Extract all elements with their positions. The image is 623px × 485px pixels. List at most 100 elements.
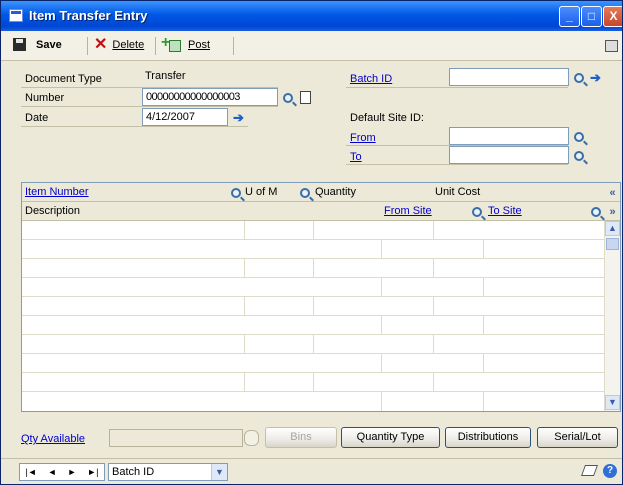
maximize-button[interactable]: □: [581, 6, 602, 27]
toolbar-separator: [233, 37, 234, 55]
sort-order-select[interactable]: Batch ID ▼: [108, 463, 228, 481]
arrow-right-icon: ➔: [590, 69, 601, 85]
divider: [346, 164, 568, 165]
collapse-rows-button[interactable]: «: [604, 184, 621, 201]
from-site-input[interactable]: [449, 127, 569, 145]
divider: [21, 126, 248, 127]
scroll-up-button[interactable]: ▲: [605, 221, 620, 236]
quantity-type-button[interactable]: Quantity Type: [341, 427, 440, 448]
last-record-button[interactable]: ►|: [87, 467, 98, 477]
to-site-link[interactable]: To: [350, 151, 362, 163]
expand-rows-button[interactable]: »: [604, 203, 621, 220]
scroll-down-button[interactable]: ▼: [605, 395, 620, 410]
from-site-lookup-button[interactable]: [570, 128, 587, 145]
from-site-header[interactable]: From Site: [384, 205, 432, 217]
qty-available-button: [244, 430, 259, 446]
grid-row[interactable]: [22, 297, 604, 316]
grid-scrollbar[interactable]: ▲ ▼: [604, 221, 620, 411]
date-expand-button[interactable]: ➔: [230, 109, 247, 126]
u-of-m-header: U of M: [245, 186, 278, 198]
save-icon: [13, 38, 26, 51]
document-type-value: Transfer: [145, 70, 186, 82]
batch-id-lookup-button[interactable]: [570, 69, 587, 86]
post-button[interactable]: Post: [161, 34, 211, 52]
arrow-right-icon: ➔: [233, 109, 244, 125]
quantity-header: Quantity: [315, 186, 356, 198]
scroll-thumb[interactable]: [606, 238, 619, 250]
chevron-up-icon: ▲: [608, 223, 617, 233]
batch-id-link[interactable]: Batch ID: [350, 73, 392, 85]
from-site-link[interactable]: From: [350, 132, 376, 144]
lookup-icon: [590, 206, 601, 217]
lookup-icon: [299, 187, 310, 198]
previous-record-button[interactable]: ◄: [48, 467, 57, 477]
save-button[interactable]: Save: [13, 38, 62, 51]
bins-button[interactable]: Bins: [265, 427, 337, 448]
to-site-input[interactable]: [449, 146, 569, 164]
grid-row[interactable]: [22, 240, 604, 259]
grid-row[interactable]: [22, 259, 604, 278]
description-header: Description: [25, 205, 81, 217]
lookup-icon: [230, 187, 241, 198]
divider: [346, 87, 568, 88]
delete-label: Delete: [112, 39, 145, 51]
chevron-down-icon: »: [609, 205, 616, 218]
divider: [21, 106, 278, 107]
status-bar: |◄ ◄ ► ►| Batch ID ▼ ?: [1, 458, 622, 484]
qty-available-link[interactable]: Qty Available: [21, 433, 85, 445]
qty-available-field: [109, 429, 243, 447]
toolbar-separator: [87, 37, 88, 55]
batch-id-input[interactable]: [449, 68, 569, 86]
chevron-down-icon[interactable]: ▼: [211, 464, 227, 480]
lookup-icon: [471, 206, 482, 217]
grid-header-row-2: Description From Site To Site »: [22, 202, 620, 221]
to-site-grid-lookup-button[interactable]: [587, 203, 604, 220]
delete-button[interactable]: ✕ Delete: [94, 36, 145, 53]
grid-row[interactable]: [22, 316, 604, 335]
batch-id-expand-button[interactable]: ➔: [587, 69, 604, 86]
grid-row[interactable]: [22, 221, 604, 240]
grid-row[interactable]: [22, 335, 604, 354]
save-label: Save: [36, 38, 62, 51]
post-label: Post: [188, 39, 211, 51]
to-site-lookup-button[interactable]: [570, 147, 587, 164]
lookup-icon: [573, 72, 584, 83]
window: Item Transfer Entry _ □ X Save ✕ Delete …: [0, 0, 623, 485]
serial-lot-button[interactable]: Serial/Lot: [537, 427, 618, 448]
chevron-up-icon: «: [609, 186, 616, 199]
grid-row[interactable]: [22, 373, 604, 392]
sort-order-value: Batch ID: [112, 466, 155, 478]
toolbar: Save ✕ Delete Post: [1, 31, 622, 61]
distributions-button[interactable]: Distributions: [445, 427, 531, 448]
minimize-button[interactable]: _: [559, 6, 580, 27]
number-label: Number: [25, 92, 65, 104]
help-icon[interactable]: ?: [603, 464, 617, 478]
window-icon: [9, 9, 23, 22]
document-type-label: Document Type: [25, 73, 102, 85]
item-number-header[interactable]: Item Number: [25, 186, 89, 198]
new-document-button[interactable]: [297, 89, 314, 106]
toolbar-separator: [155, 37, 156, 55]
grid-header-row-1: Item Number U of M Quantity Unit Cost «: [22, 183, 620, 202]
close-button[interactable]: X: [603, 6, 622, 27]
next-record-button[interactable]: ►: [67, 467, 76, 477]
title-bar: Item Transfer Entry _ □ X: [1, 1, 622, 31]
grid-row[interactable]: [22, 278, 604, 297]
number-lookup-button[interactable]: [279, 89, 296, 106]
print-icon[interactable]: [605, 40, 618, 52]
chevron-down-icon: ▼: [608, 397, 617, 407]
number-input[interactable]: 00000000000000003: [142, 88, 278, 106]
grid-row[interactable]: [22, 354, 604, 373]
item-number-lookup-button[interactable]: [227, 184, 244, 201]
clear-icon[interactable]: [580, 465, 599, 476]
u-of-m-lookup-button[interactable]: [296, 184, 313, 201]
unit-cost-header: Unit Cost: [435, 186, 481, 198]
first-record-button[interactable]: |◄: [25, 467, 36, 477]
date-input[interactable]: 4/12/2007: [142, 108, 228, 126]
date-label: Date: [25, 112, 49, 124]
from-site-grid-lookup-button[interactable]: [468, 203, 485, 220]
to-site-header[interactable]: To Site: [488, 205, 522, 217]
lookup-icon: [282, 92, 293, 103]
delete-icon: ✕: [94, 36, 108, 53]
grid-row[interactable]: [22, 392, 604, 411]
